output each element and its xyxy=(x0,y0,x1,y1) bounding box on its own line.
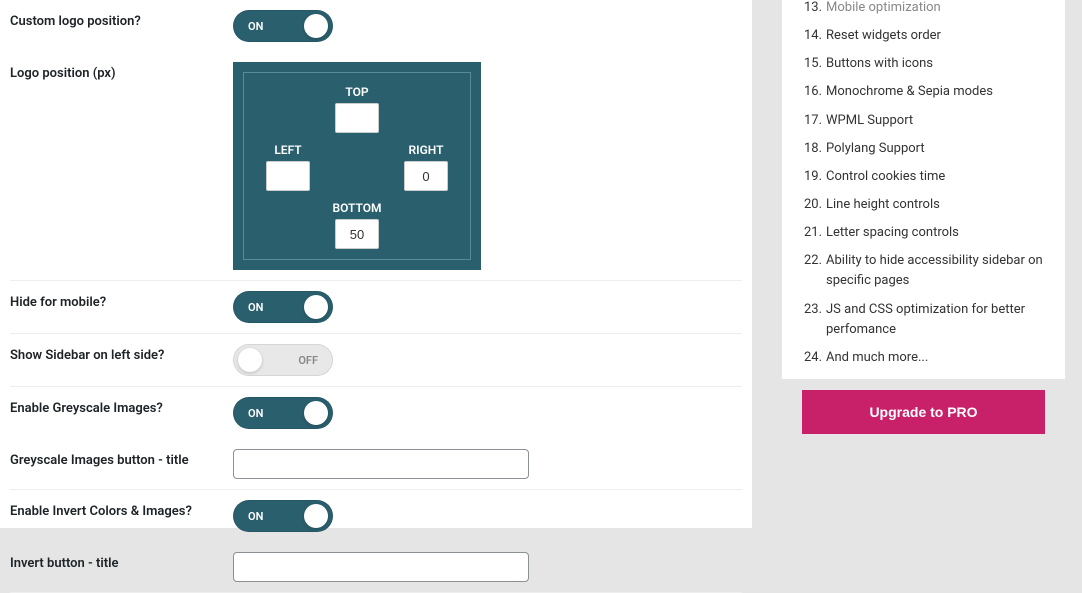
toggle-off-label: OFF xyxy=(298,354,318,367)
pos-bottom-input[interactable] xyxy=(335,219,379,249)
toggle-on-label: ON xyxy=(248,301,263,314)
logo-position-box: TOP LEFT RIGHT BOTTOM xyxy=(233,62,481,270)
list-item: Mobile optimization xyxy=(802,0,1045,22)
label-invert: Enable Invert Colors & Images? xyxy=(10,500,233,519)
toggle-hide-mobile[interactable]: ON xyxy=(233,291,333,323)
label-sidebar-left: Show Sidebar on left side? xyxy=(10,344,233,363)
list-item: Monochrome & Sepia modes xyxy=(802,78,1045,106)
list-item: Ability to hide accessibility sidebar on… xyxy=(802,247,1045,295)
label-custom-logo-position: Custom logo position? xyxy=(10,10,233,29)
pos-left-label: LEFT xyxy=(258,143,318,157)
toggle-sidebar-left[interactable]: OFF xyxy=(233,344,333,376)
toggle-on-label: ON xyxy=(248,407,263,420)
list-item: Letter spacing controls xyxy=(802,219,1045,247)
pos-right-input[interactable] xyxy=(404,161,448,191)
toggle-knob-icon xyxy=(304,504,328,528)
row-greyscale: Enable Greyscale Images? ON xyxy=(10,387,742,439)
label-greyscale-title: Greyscale Images button - title xyxy=(10,449,233,468)
toggle-on-label: ON xyxy=(248,510,263,523)
row-custom-logo-position: Custom logo position? ON xyxy=(10,0,742,52)
toggle-knob-icon xyxy=(304,295,328,319)
label-greyscale: Enable Greyscale Images? xyxy=(10,397,233,416)
toggle-greyscale[interactable]: ON xyxy=(233,397,333,429)
toggle-knob-icon xyxy=(238,348,262,372)
upgrade-to-pro-button[interactable]: Upgrade to PRO xyxy=(802,390,1045,434)
label-hide-mobile: Hide for mobile? xyxy=(10,291,233,310)
list-item: And much more... xyxy=(802,344,1045,372)
pro-feature-list: Mobile optimization Reset widgets order … xyxy=(802,0,1045,372)
row-invert-title: Invert button - title xyxy=(10,542,742,593)
label-logo-position: Logo position (px) xyxy=(10,62,233,81)
pos-top-label: TOP xyxy=(252,85,462,99)
toggle-custom-logo-position[interactable]: ON xyxy=(233,10,333,42)
list-item: Buttons with icons xyxy=(802,50,1045,78)
toggle-knob-icon xyxy=(304,401,328,425)
row-sidebar-left: Show Sidebar on left side? OFF xyxy=(10,334,742,387)
pos-bottom-label: BOTTOM xyxy=(252,201,462,215)
settings-form: Custom logo position? ON Logo position (… xyxy=(0,0,752,528)
pro-sidebar: Mobile optimization Reset widgets order … xyxy=(782,0,1065,379)
input-greyscale-title[interactable] xyxy=(233,449,529,479)
row-invert: Enable Invert Colors & Images? ON xyxy=(10,490,742,542)
toggle-knob-icon xyxy=(304,14,328,38)
pos-right-label: RIGHT xyxy=(396,143,456,157)
row-hide-mobile: Hide for mobile? ON xyxy=(10,281,742,334)
list-item: WPML Support xyxy=(802,107,1045,135)
pos-top-input[interactable] xyxy=(335,103,379,133)
input-invert-title[interactable] xyxy=(233,552,529,582)
pos-left-input[interactable] xyxy=(266,161,310,191)
list-item: Polylang Support xyxy=(802,135,1045,163)
label-invert-title: Invert button - title xyxy=(10,552,233,571)
row-greyscale-title: Greyscale Images button - title xyxy=(10,439,742,490)
list-item: Control cookies time xyxy=(802,163,1045,191)
toggle-invert[interactable]: ON xyxy=(233,500,333,532)
list-item: JS and CSS optimization for better perfo… xyxy=(802,296,1045,344)
list-item: Reset widgets order xyxy=(802,22,1045,50)
list-item: Line height controls xyxy=(802,191,1045,219)
toggle-on-label: ON xyxy=(248,20,263,33)
row-logo-position: Logo position (px) TOP LEFT RIGHT xyxy=(10,52,742,281)
